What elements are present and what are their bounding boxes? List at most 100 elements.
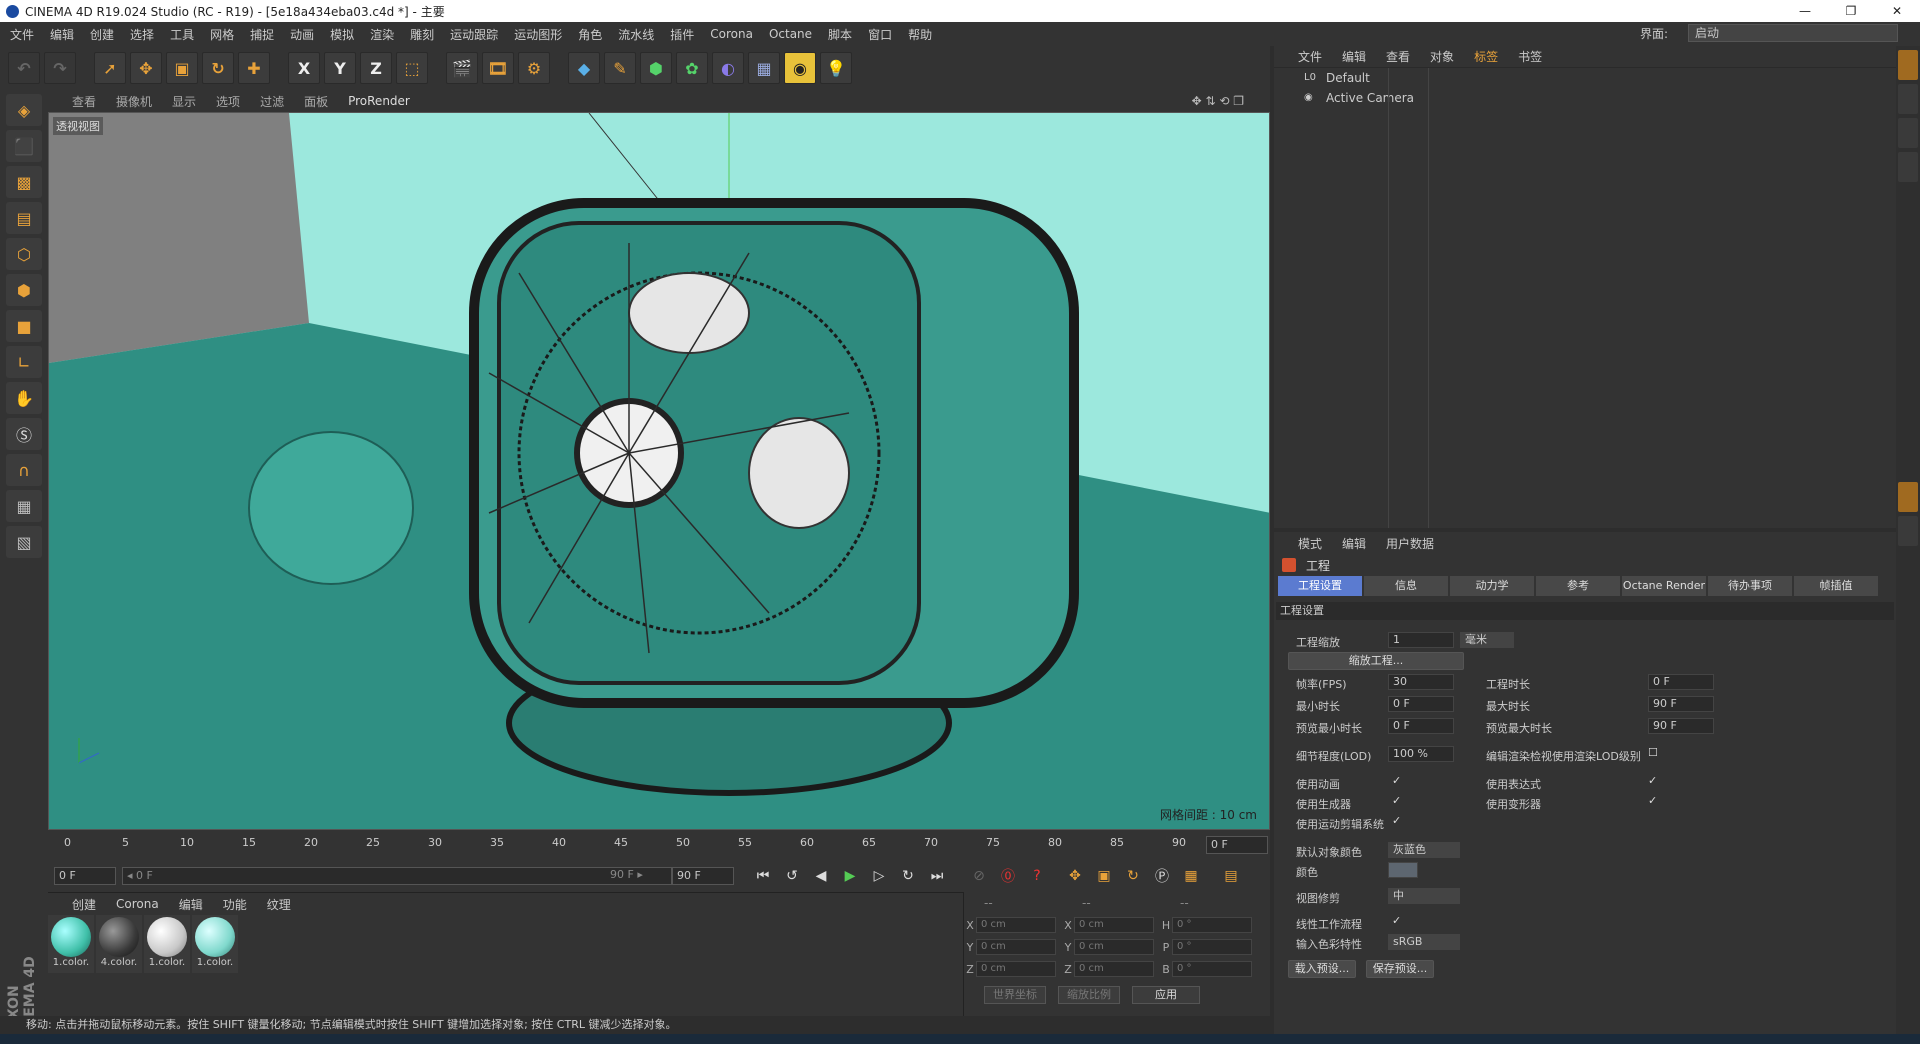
viewport-nav-icons[interactable]: ✥ ⇅ ⟲ ❐ xyxy=(1192,94,1244,108)
snap-icon[interactable]: Ⓢ xyxy=(6,418,42,450)
restore-button[interactable]: ❐ xyxy=(1828,0,1874,22)
vp-menu-camera[interactable]: 摄像机 xyxy=(116,93,152,110)
key-rotate-icon[interactable]: ↻ xyxy=(1120,863,1146,889)
planar-workplane-icon[interactable]: ▧ xyxy=(6,526,42,558)
add-icon[interactable]: ✚ xyxy=(238,52,270,84)
menu-plugins[interactable]: 插件 xyxy=(670,26,694,43)
menu-sculpt[interactable]: 雕刻 xyxy=(410,26,434,43)
perspective-viewport[interactable]: 透视视图 网格间距 : 10 cm xyxy=(48,112,1270,830)
minimize-button[interactable]: — xyxy=(1782,0,1828,22)
deformer-icon[interactable]: ◐ xyxy=(712,52,744,84)
subdivision-icon[interactable]: ⬢ xyxy=(640,52,672,84)
material-item[interactable]: 1.color. xyxy=(48,915,94,973)
default-color-select[interactable]: 灰蓝色 xyxy=(1388,842,1460,858)
cloner-icon[interactable]: ✿ xyxy=(676,52,708,84)
camera-icon[interactable]: ◉ xyxy=(784,52,816,84)
menu-snap[interactable]: 捕捉 xyxy=(250,26,274,43)
project-scale-field[interactable]: 1 xyxy=(1388,632,1454,648)
menu-tools[interactable]: 工具 xyxy=(170,26,194,43)
color-swatch[interactable] xyxy=(1388,862,1418,878)
om-menu-objects[interactable]: 对象 xyxy=(1430,48,1454,65)
workplane-icon[interactable]: ▤ xyxy=(6,202,42,234)
save-preset-button[interactable]: 保存预设... xyxy=(1366,960,1434,978)
vp-menu-filter[interactable]: 过滤 xyxy=(260,93,284,110)
pen-icon[interactable]: ✎ xyxy=(604,52,636,84)
pos-x-field[interactable]: 0 cm xyxy=(976,917,1056,933)
view-clip-select[interactable]: 中 xyxy=(1388,888,1460,904)
interface-select[interactable]: 启动 xyxy=(1688,24,1898,42)
menu-edit[interactable]: 编辑 xyxy=(50,26,74,43)
apply-button[interactable]: 应用 xyxy=(1132,986,1200,1004)
next-key-icon[interactable]: ↻ xyxy=(895,863,921,889)
menu-octane[interactable]: Octane xyxy=(769,27,812,41)
vp-menu-display[interactable]: 显示 xyxy=(172,93,196,110)
close-button[interactable]: ✕ xyxy=(1874,0,1920,22)
content-browser-tab[interactable] xyxy=(1898,118,1918,148)
structure-tab[interactable] xyxy=(1898,152,1918,182)
menu-character[interactable]: 角色 xyxy=(578,26,602,43)
menu-file[interactable]: 文件 xyxy=(10,26,34,43)
timeline-window-icon[interactable]: ▤ xyxy=(1218,863,1244,889)
mat-menu-function[interactable]: 功能 xyxy=(223,896,247,913)
menu-render[interactable]: 渲染 xyxy=(370,26,394,43)
scale-project-button[interactable]: 缩放工程... xyxy=(1288,652,1464,670)
use-animation-checkbox[interactable]: ✓ xyxy=(1392,774,1401,787)
menu-select[interactable]: 选择 xyxy=(130,26,154,43)
play-icon[interactable]: ▶ xyxy=(837,863,863,889)
size-z-field[interactable]: 0 cm xyxy=(1074,961,1154,977)
mat-menu-edit[interactable]: 编辑 xyxy=(179,896,203,913)
magnet-icon[interactable]: ∩ xyxy=(6,454,42,486)
texture-mode-icon[interactable]: ▩ xyxy=(6,166,42,198)
preview-max-field[interactable]: 90 F xyxy=(1648,718,1714,734)
end-frame-field[interactable]: 90 F xyxy=(672,867,734,885)
use-deformers-checkbox[interactable]: ✓ xyxy=(1648,794,1657,807)
record-icon[interactable]: ⓪ xyxy=(995,863,1021,889)
world-coord-select[interactable]: 世界坐标 xyxy=(984,986,1046,1004)
om-menu-tags[interactable]: 标签 xyxy=(1474,48,1498,65)
attributes-tab[interactable] xyxy=(1898,482,1918,512)
menu-script[interactable]: 脚本 xyxy=(828,26,852,43)
am-menu-mode[interactable]: 模式 xyxy=(1298,535,1322,552)
axis-x-button[interactable]: X xyxy=(288,52,320,84)
size-y-field[interactable]: 0 cm xyxy=(1074,939,1154,955)
menu-create[interactable]: 创建 xyxy=(90,26,114,43)
menu-pipeline[interactable]: 流水线 xyxy=(618,26,654,43)
vp-menu-options[interactable]: 选项 xyxy=(216,93,240,110)
max-time-field[interactable]: 90 F xyxy=(1648,696,1714,712)
lod-field[interactable]: 100 % xyxy=(1388,746,1454,762)
use-generators-checkbox[interactable]: ✓ xyxy=(1392,794,1401,807)
key-param-icon[interactable]: Ⓟ xyxy=(1149,863,1175,889)
menu-motion-tracking[interactable]: 运动跟踪 xyxy=(450,26,498,43)
menu-animate[interactable]: 动画 xyxy=(290,26,314,43)
next-frame-icon[interactable]: ▷ xyxy=(866,863,892,889)
polygons-mode-icon[interactable]: ■ xyxy=(6,310,42,342)
range-start-slider[interactable]: ◂ 0 F xyxy=(122,867,672,885)
om-menu-bookmarks[interactable]: 书签 xyxy=(1518,48,1542,65)
material-item[interactable]: 1.color. xyxy=(192,915,238,973)
key-pla-icon[interactable]: ▦ xyxy=(1178,863,1204,889)
object-row[interactable]: L0 Default xyxy=(1274,68,1896,88)
scale-icon[interactable]: ▣ xyxy=(166,52,198,84)
duration-field[interactable]: 0 F xyxy=(1648,674,1714,690)
points-mode-icon[interactable]: ⬡ xyxy=(6,238,42,270)
key-scale-icon[interactable]: ▣ xyxy=(1091,863,1117,889)
tab-info[interactable]: 信息 xyxy=(1364,576,1448,596)
rotate-icon[interactable]: ↻ xyxy=(202,52,234,84)
model-mode-icon[interactable]: ⬛ xyxy=(6,130,42,162)
vp-menu-panel[interactable]: 面板 xyxy=(304,93,328,110)
select-arrow-icon[interactable]: ➚ xyxy=(94,52,126,84)
timeline[interactable]: 0 5 10 15 20 25 30 35 40 45 50 55 60 65 … xyxy=(48,830,1270,860)
am-menu-edit[interactable]: 编辑 xyxy=(1342,535,1366,552)
fps-field[interactable]: 30 xyxy=(1388,674,1454,690)
axis-y-button[interactable]: Y xyxy=(324,52,356,84)
start-frame-field[interactable]: 0 F xyxy=(54,867,116,885)
go-to-start-icon[interactable]: ⏮ xyxy=(750,863,776,889)
om-menu-edit[interactable]: 编辑 xyxy=(1342,48,1366,65)
autokey-icon[interactable]: ? xyxy=(1024,863,1050,889)
record-pos-icon[interactable]: ⊘ xyxy=(966,863,992,889)
om-menu-view[interactable]: 查看 xyxy=(1386,48,1410,65)
lock-workplane-icon[interactable]: ▦ xyxy=(6,490,42,522)
vp-menu-prorender[interactable]: ProRender xyxy=(348,94,410,108)
om-menu-file[interactable]: 文件 xyxy=(1298,48,1322,65)
size-x-field[interactable]: 0 cm xyxy=(1074,917,1154,933)
